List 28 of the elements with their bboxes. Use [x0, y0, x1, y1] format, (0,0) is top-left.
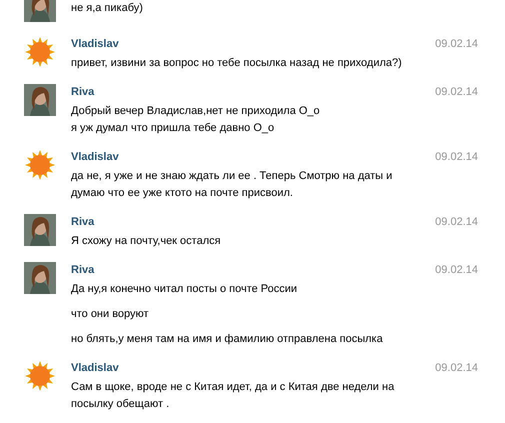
message-text: что они воруют [71, 307, 149, 322]
sun-icon [24, 36, 56, 68]
message-text: привет, извини за вопрос но тебе посылка назад не приходила?) [71, 56, 402, 71]
message-text: да не, я уже и не знаю ждать ли ее . Теперь Смотрю на даты и думаю что ее уже ктото на почте присвоил. [71, 169, 394, 201]
avatar [24, 84, 56, 116]
message-date: 09.02.14 [435, 150, 478, 165]
author-name[interactable]: Vladislav [71, 360, 119, 377]
author-name[interactable]: Vladislav [71, 149, 119, 166]
avatar [24, 262, 56, 294]
message-date: 09.02.14 [435, 263, 478, 278]
avatar [24, 214, 56, 246]
author-name[interactable]: Vladislav [71, 36, 119, 53]
author-name[interactable]: Riva [71, 262, 94, 279]
author-name[interactable]: Riva [71, 84, 94, 101]
sun-icon [24, 149, 56, 181]
message-text: Да ну,я конечно читал посты о почте России [71, 282, 298, 297]
message-text: не я,а пикабу) [71, 1, 143, 16]
avatar [24, 0, 56, 22]
message-date: 09.02.14 [435, 85, 478, 100]
message-text: Сам в щоке, вроде не с Китая идет, да и с Китая две недели на посылку обещают . [71, 380, 396, 412]
message-text: но блять,у меня там на имя и фамилию отправлена посылка [71, 332, 383, 347]
message-text: Я схожу на почту,чек остался [71, 234, 221, 249]
sun-icon [24, 360, 56, 392]
author-name[interactable]: Riva [71, 214, 94, 231]
message-date: 09.02.14 [435, 37, 478, 52]
message-text: Добрый вечер Владислав,нет не приходила О_о я уж думал что пришла тебе давно О_о [71, 104, 320, 136]
message-date: 09.02.14 [435, 215, 478, 230]
message-date: 09.02.14 [435, 361, 478, 376]
